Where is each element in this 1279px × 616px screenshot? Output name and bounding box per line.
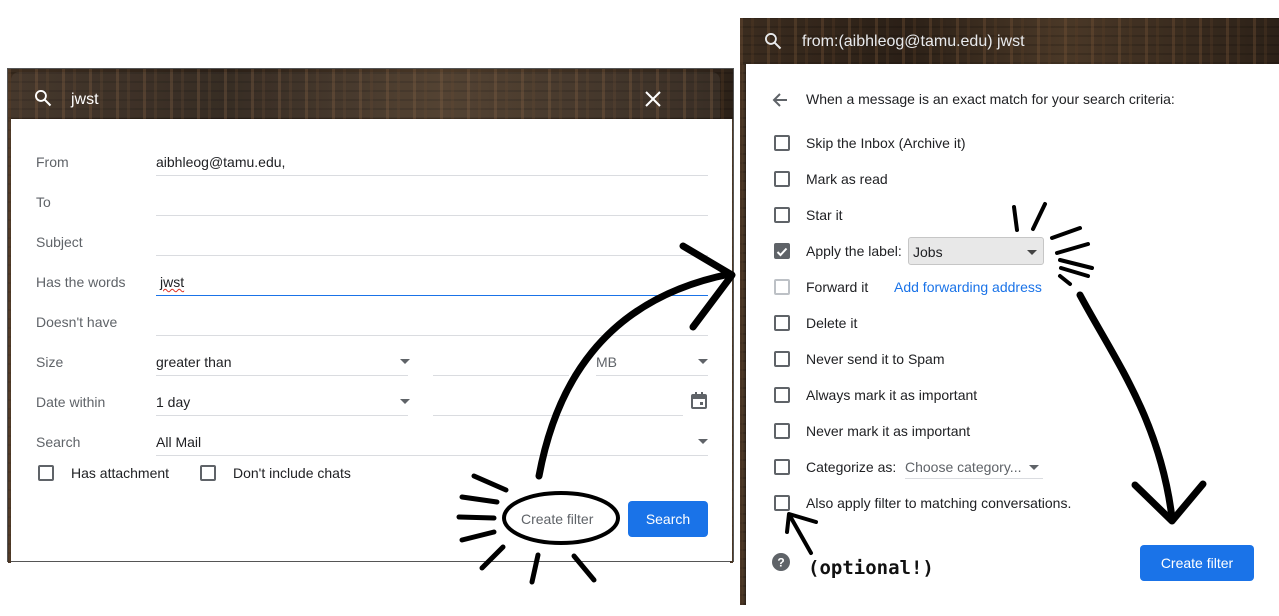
delete-it-label: Delete it — [806, 315, 858, 331]
categorize-checkbox[interactable] — [774, 459, 790, 475]
search-query[interactable]: jwst — [71, 91, 99, 109]
chevron-down-icon[interactable] — [400, 399, 410, 404]
criteria-header: When a message is an exact match for you… — [806, 91, 1175, 107]
size-label: Size — [36, 354, 64, 370]
size-row: Size greater than MB — [36, 342, 711, 382]
doesnt-have-row: Doesn't have — [36, 302, 711, 342]
never-spam-checkbox[interactable] — [774, 351, 790, 367]
optional-note: (optional!) — [808, 557, 934, 579]
apply-label-label: Apply the label: — [806, 243, 902, 259]
doesnt-have-label: Doesn't have — [36, 314, 118, 330]
apply-to-matching-label: Also apply filter to matching conversati… — [806, 495, 1072, 511]
close-icon[interactable] — [643, 89, 663, 109]
search-icon[interactable] — [763, 31, 783, 51]
create-filter-button[interactable]: Create filter — [521, 511, 593, 527]
search-in-row: Search All Mail — [36, 422, 711, 462]
size-operator-select[interactable]: greater than — [156, 354, 232, 370]
star-it-label: Star it — [806, 207, 843, 223]
chevron-down-icon[interactable] — [698, 359, 708, 364]
search-icon[interactable] — [33, 88, 53, 108]
field-underline — [156, 175, 708, 176]
dont-include-chats-label: Don't include chats — [233, 465, 351, 481]
label-select[interactable]: Jobs — [908, 237, 1044, 265]
to-row: To — [36, 182, 711, 222]
checkmark-icon — [776, 247, 788, 257]
delete-it-checkbox[interactable] — [774, 315, 790, 331]
chevron-down-icon[interactable] — [400, 359, 410, 364]
to-label: To — [36, 194, 51, 210]
search-bar[interactable]: jwst — [11, 72, 720, 118]
create-filter-button[interactable]: Create filter — [1140, 545, 1254, 581]
search-form: From aibhleog@tamu.edu, To Subject Has t… — [11, 119, 732, 561]
search-options-panel: jwst From aibhleog@tamu.edu, To Subject … — [7, 68, 734, 563]
from-row: From aibhleog@tamu.edu, — [36, 142, 711, 182]
field-underline — [156, 215, 708, 216]
field-underline — [156, 455, 708, 456]
skip-inbox-checkbox[interactable] — [774, 135, 790, 151]
filter-actions-panel: from:(aibhleog@tamu.edu) jwst When a mes… — [740, 18, 1279, 605]
calendar-icon[interactable] — [691, 392, 707, 409]
search-button[interactable]: Search — [628, 501, 708, 537]
never-important-checkbox[interactable] — [774, 423, 790, 439]
never-spam-label: Never send it to Spam — [806, 351, 945, 367]
forward-it-label: Forward it — [806, 279, 869, 295]
date-within-label: Date within — [36, 394, 106, 410]
option-row: Forward it Add forwarding address — [774, 275, 1074, 299]
svg-text:?: ? — [777, 556, 784, 570]
subject-label: Subject — [36, 234, 83, 250]
categorize-label: Categorize as: — [806, 459, 897, 475]
help-icon[interactable]: ? — [772, 553, 790, 571]
add-forwarding-address-link[interactable]: Add forwarding address — [894, 279, 1042, 295]
date-input[interactable] — [433, 415, 683, 416]
always-important-label: Always mark it as important — [806, 387, 978, 403]
field-underline-focused — [156, 295, 708, 296]
label-select-value: Jobs — [913, 244, 943, 260]
search-in-label: Search — [36, 434, 81, 450]
chevron-down-icon — [1027, 250, 1037, 255]
field-underline — [596, 375, 708, 376]
date-within-row: Date within 1 day — [36, 382, 711, 422]
has-attachment-checkbox[interactable] — [38, 465, 54, 481]
has-attachment-label: Has attachment — [71, 465, 170, 481]
has-words-row: Has the words jwst — [36, 262, 711, 302]
has-words-input[interactable]: jwst — [160, 274, 184, 290]
from-label: From — [36, 154, 69, 170]
size-value-input[interactable] — [433, 375, 569, 376]
option-row: Apply the label: Jobs — [774, 237, 1084, 265]
apply-to-matching-checkbox[interactable] — [774, 495, 790, 511]
subject-row: Subject — [36, 222, 711, 262]
field-underline — [156, 255, 708, 256]
size-unit-select[interactable]: MB — [596, 354, 617, 370]
mark-as-read-checkbox[interactable] — [774, 171, 790, 187]
chevron-down-icon[interactable] — [698, 439, 708, 444]
star-it-checkbox[interactable] — [774, 207, 790, 223]
back-arrow-icon[interactable] — [772, 92, 788, 108]
never-important-label: Never mark it as important — [806, 423, 971, 439]
category-select[interactable]: Choose category... — [905, 455, 1043, 479]
always-important-checkbox[interactable] — [774, 387, 790, 403]
field-underline — [156, 335, 708, 336]
search-query[interactable]: from:(aibhleog@tamu.edu) jwst — [802, 33, 1025, 51]
field-underline — [156, 375, 408, 376]
forward-it-checkbox[interactable] — [774, 279, 790, 295]
mark-as-read-label: Mark as read — [806, 171, 888, 187]
skip-inbox-label: Skip the Inbox (Archive it) — [806, 135, 966, 151]
apply-label-checkbox[interactable] — [774, 243, 790, 259]
search-in-select[interactable]: All Mail — [156, 434, 201, 450]
chevron-down-icon — [1029, 465, 1039, 470]
date-within-select[interactable]: 1 day — [156, 394, 190, 410]
dont-include-chats-checkbox[interactable] — [200, 465, 216, 481]
category-select-value: Choose category... — [905, 459, 1022, 475]
option-row: Categorize as: Choose category... — [774, 455, 1074, 479]
field-underline — [156, 415, 408, 416]
field-underline — [905, 478, 1043, 479]
filter-options: When a message is an exact match for you… — [746, 64, 1279, 605]
has-words-label: Has the words — [36, 274, 126, 290]
from-input[interactable]: aibhleog@tamu.edu, — [156, 154, 285, 170]
